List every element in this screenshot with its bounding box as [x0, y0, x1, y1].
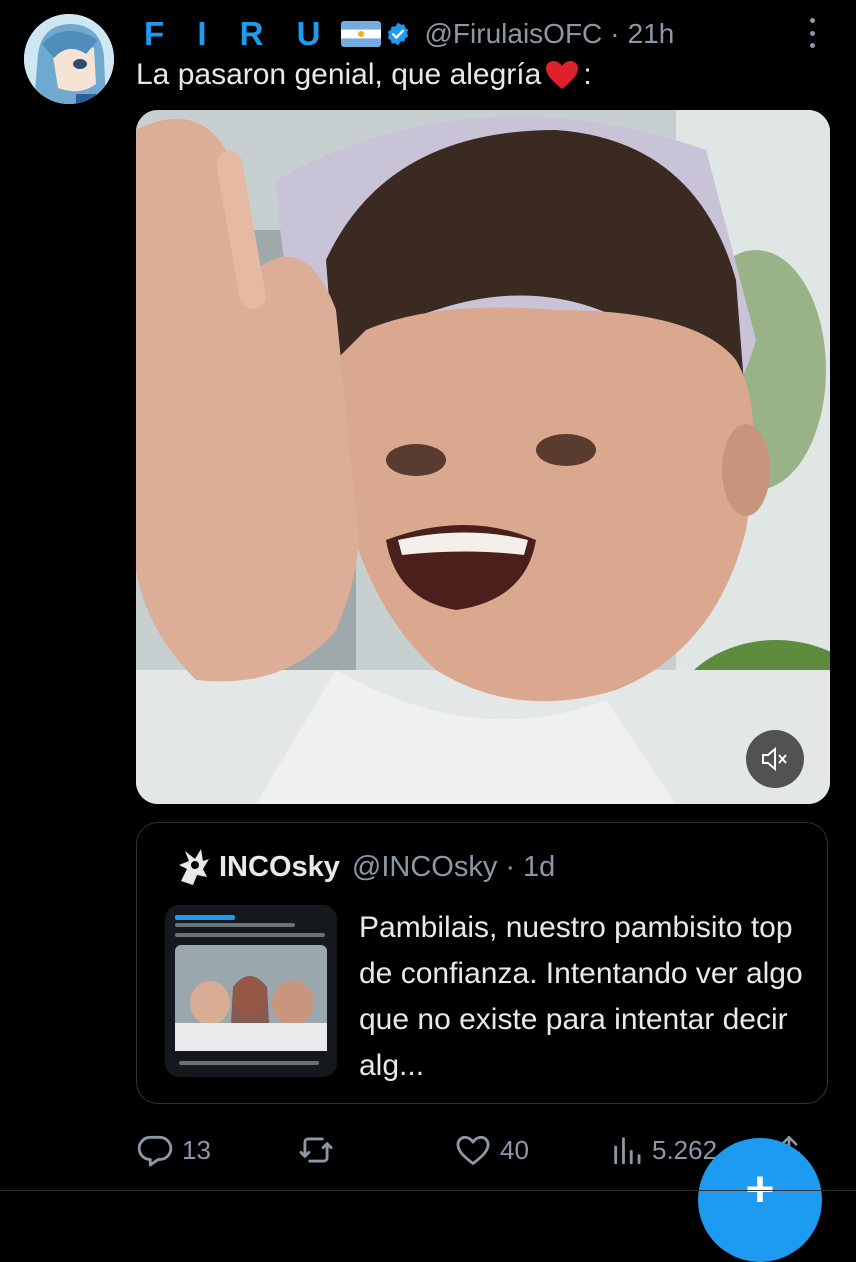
video-frame [136, 110, 830, 804]
tweet-video[interactable] [136, 110, 830, 804]
like-button[interactable]: 40 [454, 1128, 529, 1172]
quoted-separator-dot: · [505, 850, 516, 883]
avatar[interactable] [24, 14, 114, 104]
mute-icon [762, 746, 787, 772]
quoted-tweet[interactable]: INCOsky @INCOsky · 1d Pambilais, nuestro… [136, 822, 828, 1104]
quoted-timestamp[interactable]: 1d [523, 851, 555, 884]
quoted-display-name[interactable]: INCOsky [219, 851, 340, 884]
like-icon [456, 1135, 490, 1165]
timestamp[interactable]: 21h [628, 18, 675, 50]
display-name[interactable]: F I R U [144, 15, 333, 53]
views-button[interactable]: 5.262 [610, 1128, 717, 1172]
quoted-tweet-header: INCOsky @INCOsky · 1d [175, 847, 555, 887]
compose-button[interactable]: + [698, 1138, 822, 1262]
mute-button[interactable] [746, 730, 804, 788]
separator-dot: · [610, 18, 620, 49]
thumbnail-image [165, 905, 337, 1077]
tweet-text-body: La pasaron genial, que alegría [136, 58, 542, 91]
incosky-logo [179, 849, 209, 885]
tweet-text-suffix: : [583, 58, 592, 91]
red-heart-emoji [545, 60, 579, 90]
verified-badge-icon [385, 21, 411, 47]
retweet-icon [299, 1137, 333, 1163]
argentina-flag-emoji [340, 21, 381, 47]
quoted-tweet-thumbnail[interactable] [165, 905, 337, 1077]
quoted-handle[interactable]: @INCOsky [352, 851, 497, 884]
tweet-header: F I R U @FirulaisOFC · 21h [144, 14, 796, 54]
reply-count: 13 [182, 1134, 211, 1165]
quoted-tweet-text: Pambilais, nuestro pambisito top de conf… [359, 911, 803, 1082]
retweet-button[interactable] [296, 1128, 344, 1172]
tweet-text: La pasaron genial, que alegría : [136, 58, 592, 92]
views-count: 5.262 [652, 1134, 718, 1165]
divider [0, 1190, 856, 1191]
more-icon[interactable] [804, 18, 820, 48]
reply-icon [137, 1135, 173, 1167]
avatar-illustration [24, 14, 114, 104]
handle[interactable]: @FirulaisOFC [425, 18, 603, 50]
compose-plus-icon: + [745, 1161, 775, 1217]
views-icon [614, 1137, 641, 1165]
reply-button[interactable]: 13 [136, 1128, 211, 1172]
like-count: 40 [500, 1134, 529, 1165]
